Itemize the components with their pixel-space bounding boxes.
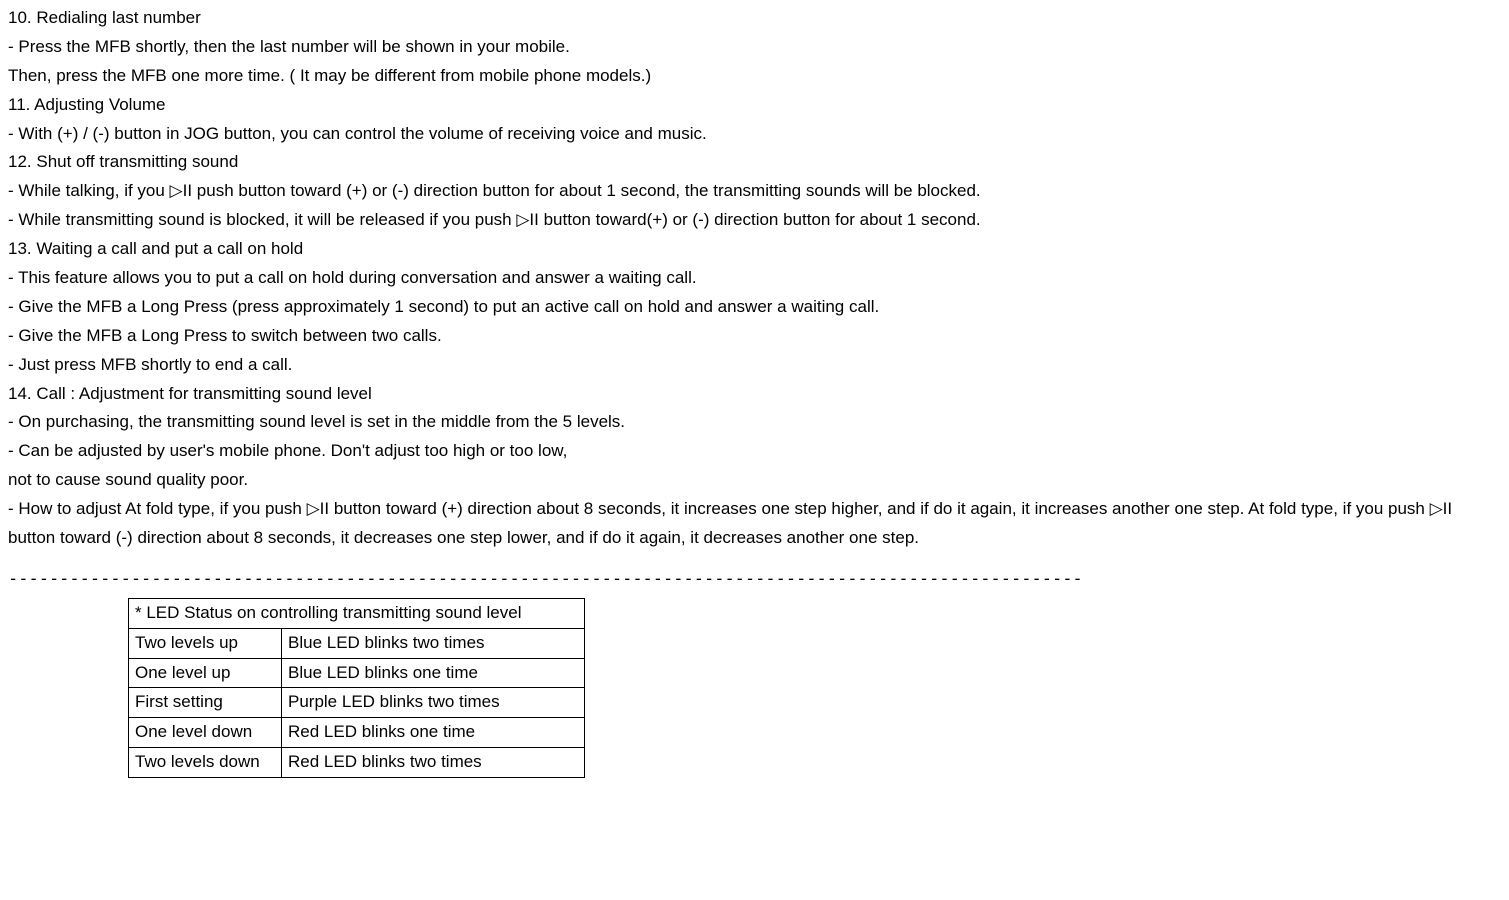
table-header: * LED Status on controlling transmitting… (129, 598, 585, 628)
section-heading-12: 12. Shut off transmitting sound (8, 148, 1501, 177)
section-heading-14: 14. Call : Adjustment for transmitting s… (8, 380, 1501, 409)
body-text: - How to adjust At fold type, if you pus… (8, 495, 1501, 553)
body-text: - Can be adjusted by user's mobile phone… (8, 437, 1501, 466)
level-cell: Two levels up (129, 628, 282, 658)
section-heading-11: 11. Adjusting Volume (8, 91, 1501, 120)
level-cell: Two levels down (129, 748, 282, 778)
desc-cell: Red LED blinks two times (282, 748, 585, 778)
desc-cell: Blue LED blinks two times (282, 628, 585, 658)
separator-line: ----------------------------------------… (8, 565, 1501, 594)
body-text: - This feature allows you to put a call … (8, 264, 1501, 293)
body-text: - Press the MFB shortly, then the last n… (8, 33, 1501, 62)
body-text: - On purchasing, the transmitting sound … (8, 408, 1501, 437)
table-row: Two levels up Blue LED blinks two times (129, 628, 585, 658)
level-cell: One level down (129, 718, 282, 748)
level-cell: One level up (129, 658, 282, 688)
level-cell: First setting (129, 688, 282, 718)
body-text: Then, press the MFB one more time. ( It … (8, 62, 1501, 91)
section-heading-10: 10. Redialing last number (8, 4, 1501, 33)
desc-cell: Red LED blinks one time (282, 718, 585, 748)
body-text: - Just press MFB shortly to end a call. (8, 351, 1501, 380)
led-status-table: * LED Status on controlling transmitting… (128, 598, 585, 778)
section-heading-13: 13. Waiting a call and put a call on hol… (8, 235, 1501, 264)
body-text: - While talking, if you ▷II push button … (8, 177, 1501, 206)
body-text: - With (+) / (-) button in JOG button, y… (8, 120, 1501, 149)
body-text: - Give the MFB a Long Press to switch be… (8, 322, 1501, 351)
body-text: not to cause sound quality poor. (8, 466, 1501, 495)
table-row: One level down Red LED blinks one time (129, 718, 585, 748)
table-row: First setting Purple LED blinks two time… (129, 688, 585, 718)
desc-cell: Blue LED blinks one time (282, 658, 585, 688)
desc-cell: Purple LED blinks two times (282, 688, 585, 718)
body-text: - While transmitting sound is blocked, i… (8, 206, 1501, 235)
table-row: One level up Blue LED blinks one time (129, 658, 585, 688)
body-text: - Give the MFB a Long Press (press appro… (8, 293, 1501, 322)
table-row: Two levels down Red LED blinks two times (129, 748, 585, 778)
